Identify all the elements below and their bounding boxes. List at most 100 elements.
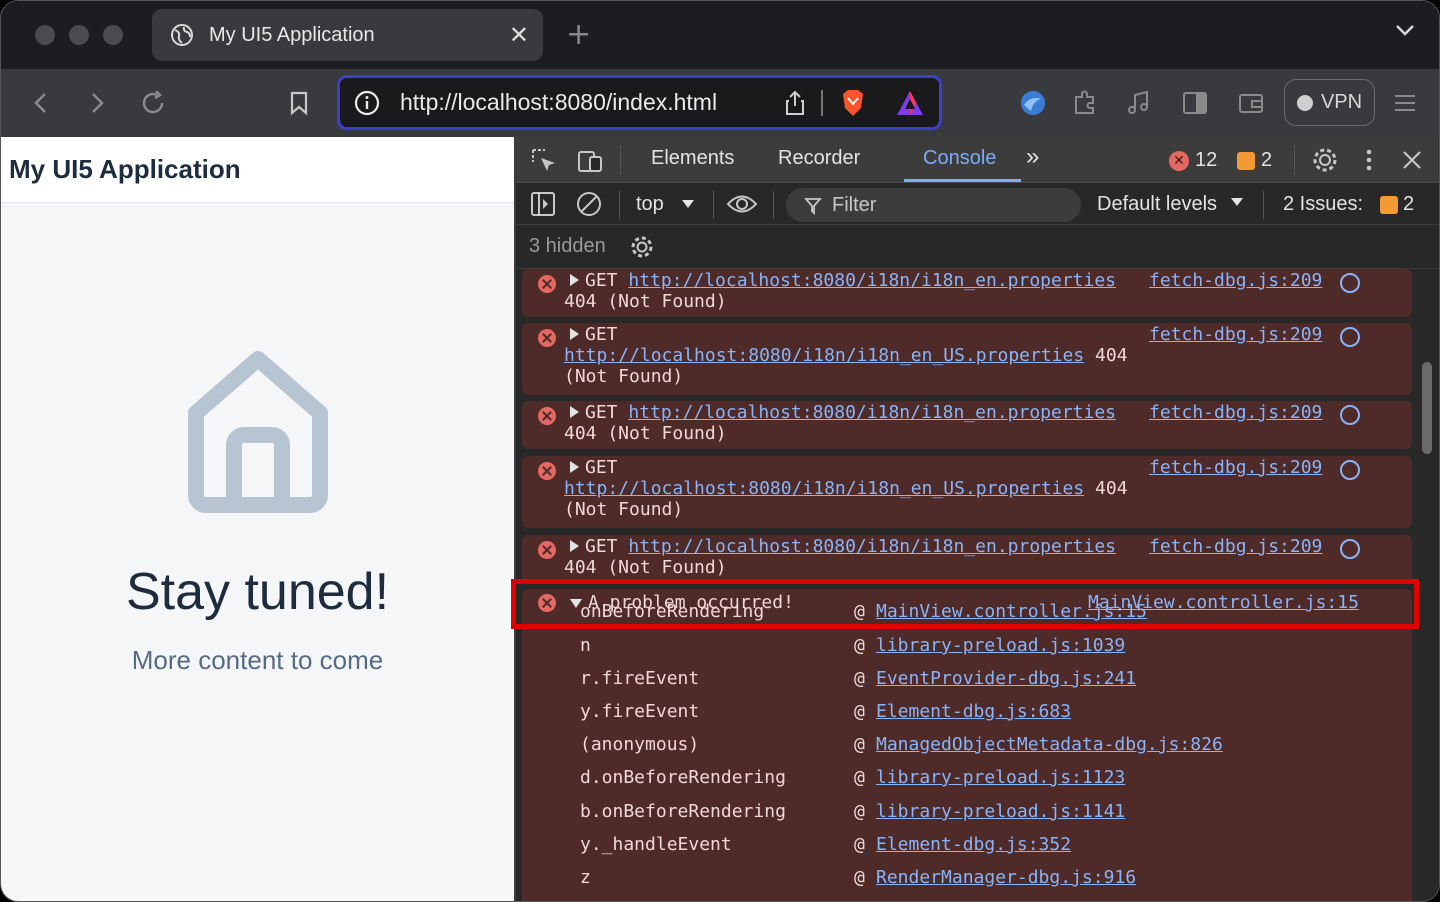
- close-tab-icon[interactable]: ✕: [509, 21, 529, 49]
- frame-location[interactable]: ManagedObjectMetadata-dbg.js:826: [876, 734, 1223, 755]
- url-text[interactable]: http://localhost:8080/index.html: [400, 89, 783, 116]
- menu-icon[interactable]: [1391, 89, 1419, 117]
- wallet-icon[interactable]: [1237, 89, 1265, 117]
- error-count[interactable]: 12: [1195, 149, 1217, 172]
- source-link[interactable]: fetch-dbg.js:209: [1149, 457, 1322, 478]
- stay-tuned-heading: Stay tuned!: [125, 563, 390, 621]
- request-url[interactable]: http://localhost:8080/i18n/i18n_en_US.pr…: [564, 478, 1084, 499]
- issues-flag-icon[interactable]: [1380, 196, 1398, 214]
- console-scrollbar[interactable]: [1422, 362, 1432, 454]
- source-link[interactable]: fetch-dbg.js:209: [1149, 324, 1322, 345]
- maximize-window-button[interactable]: [103, 25, 123, 45]
- expand-triangle-icon[interactable]: [570, 328, 579, 340]
- frame-at: @: [854, 801, 865, 822]
- clear-console-icon[interactable]: [576, 191, 602, 217]
- live-expression-eye-icon[interactable]: [726, 193, 758, 215]
- expand-triangle-icon[interactable]: [570, 540, 579, 552]
- expand-triangle-icon[interactable]: [570, 274, 579, 286]
- message-body: GET http://localhost:8080/i18n/i18n_en_U…: [564, 324, 1144, 387]
- network-request-icon[interactable]: [1340, 460, 1360, 480]
- reload-icon[interactable]: [139, 89, 167, 117]
- request-url[interactable]: http://localhost:8080/i18n/i18n_en_US.pr…: [564, 345, 1084, 366]
- brave-shield-icon[interactable]: [839, 88, 867, 118]
- sidebar-icon[interactable]: [1181, 89, 1209, 117]
- settings-gear-icon[interactable]: [1311, 146, 1339, 174]
- browser-tab[interactable]: My UI5 Application ✕: [152, 9, 543, 61]
- tab-console[interactable]: Console: [923, 147, 996, 170]
- console-error-message[interactable]: GET http://localhost:8080/i18n/i18n_en_U…: [522, 323, 1412, 395]
- bookmark-icon[interactable]: [285, 89, 313, 117]
- request-url[interactable]: http://localhost:8080/i18n/i18n_en.prope…: [628, 270, 1116, 291]
- browser-toolbar: http://localhost:8080/index.html VPN: [1, 69, 1439, 137]
- console-error-message[interactable]: GET http://localhost:8080/i18n/i18n_en.p…: [522, 401, 1412, 449]
- default-levels-dropdown[interactable]: Default levels: [1097, 193, 1217, 216]
- inspect-element-icon[interactable]: [530, 147, 558, 175]
- issues-count[interactable]: 2: [1403, 193, 1414, 216]
- console-error-message[interactable]: GET http://localhost:8080/i18n/i18n_en.p…: [522, 535, 1412, 583]
- message-body: GET http://localhost:8080/i18n/i18n_en.p…: [564, 402, 1144, 444]
- more-tabs-icon[interactable]: »: [1026, 143, 1039, 171]
- response-status: 404: [1095, 478, 1128, 499]
- vpn-button[interactable]: VPN: [1284, 79, 1375, 126]
- console-settings-icon[interactable]: [629, 234, 655, 260]
- error-count-icon[interactable]: ✕: [1169, 151, 1189, 171]
- source-link[interactable]: fetch-dbg.js:209: [1149, 402, 1322, 423]
- forward-icon[interactable]: [83, 89, 111, 117]
- new-tab-button[interactable]: +: [566, 17, 591, 52]
- filter-funnel-icon: [804, 198, 822, 215]
- message-body: GET http://localhost:8080/i18n/i18n_en_U…: [564, 457, 1144, 520]
- frame-location[interactable]: Element-dbg.js:352: [876, 834, 1071, 855]
- frame-location[interactable]: EventProvider-dbg.js:241: [876, 668, 1136, 689]
- extension-icon[interactable]: [1019, 89, 1047, 117]
- address-bar[interactable]: http://localhost:8080/index.html: [337, 75, 942, 130]
- tab-elements[interactable]: Elements: [651, 147, 734, 170]
- puzzle-icon[interactable]: [1071, 89, 1099, 117]
- network-request-icon[interactable]: [1340, 273, 1360, 293]
- request-url[interactable]: http://localhost:8080/i18n/i18n_en.prope…: [628, 536, 1116, 557]
- music-icon[interactable]: [1125, 89, 1153, 117]
- frame-function: y._handleEvent: [580, 834, 732, 855]
- caret-down-icon[interactable]: [681, 199, 695, 209]
- expand-triangle-icon[interactable]: [570, 406, 579, 418]
- source-link[interactable]: fetch-dbg.js:209: [1149, 536, 1322, 557]
- divider: [1263, 191, 1264, 219]
- console-error-message[interactable]: GET http://localhost:8080/i18n/i18n_en.p…: [522, 269, 1412, 317]
- network-request-icon[interactable]: [1340, 327, 1360, 347]
- chevron-down-icon[interactable]: [1395, 23, 1415, 37]
- brave-rewards-icon[interactable]: [895, 89, 925, 117]
- request-url[interactable]: http://localhost:8080/i18n/i18n_en.prope…: [628, 402, 1116, 423]
- close-devtools-icon[interactable]: [1400, 148, 1424, 172]
- filter-input[interactable]: Filter: [786, 188, 1081, 222]
- home-icon: [188, 351, 328, 513]
- more-content-text: More content to come: [131, 645, 384, 675]
- device-toolbar-icon[interactable]: [576, 147, 604, 175]
- warning-count-icon[interactable]: [1237, 152, 1255, 170]
- close-window-button[interactable]: [35, 25, 55, 45]
- warning-count[interactable]: 2: [1261, 149, 1272, 172]
- share-icon[interactable]: [783, 89, 807, 117]
- tab-recorder[interactable]: Recorder: [778, 147, 860, 170]
- caret-down-icon[interactable]: [1230, 197, 1244, 207]
- frame-location[interactable]: library-preload.js:1123: [876, 767, 1125, 788]
- frame-location[interactable]: library-preload.js:1039: [876, 635, 1125, 656]
- info-icon[interactable]: [354, 90, 380, 116]
- frame-location[interactable]: RenderManager-dbg.js:916: [876, 867, 1136, 888]
- divider: [773, 191, 774, 219]
- sidebar-toggle-icon[interactable]: [530, 191, 556, 217]
- context-selector[interactable]: top: [636, 193, 664, 216]
- more-options-icon[interactable]: [1359, 146, 1379, 174]
- network-request-icon[interactable]: [1340, 405, 1360, 425]
- frame-at: @: [854, 734, 865, 755]
- stack-frame: n @ library-preload.js:1039: [580, 635, 1125, 656]
- highlight-annotation: [511, 579, 1419, 629]
- minimize-window-button[interactable]: [69, 25, 89, 45]
- issues-label[interactable]: 2 Issues:: [1283, 193, 1363, 216]
- back-icon[interactable]: [27, 89, 55, 117]
- frame-location[interactable]: Element-dbg.js:683: [876, 701, 1071, 722]
- network-request-icon[interactable]: [1340, 539, 1360, 559]
- frame-location[interactable]: library-preload.js:1141: [876, 801, 1125, 822]
- expand-triangle-icon[interactable]: [570, 461, 579, 473]
- console-error-message[interactable]: GET http://localhost:8080/i18n/i18n_en_U…: [522, 456, 1412, 528]
- frame-at: @: [854, 867, 865, 888]
- source-link[interactable]: fetch-dbg.js:209: [1149, 270, 1322, 291]
